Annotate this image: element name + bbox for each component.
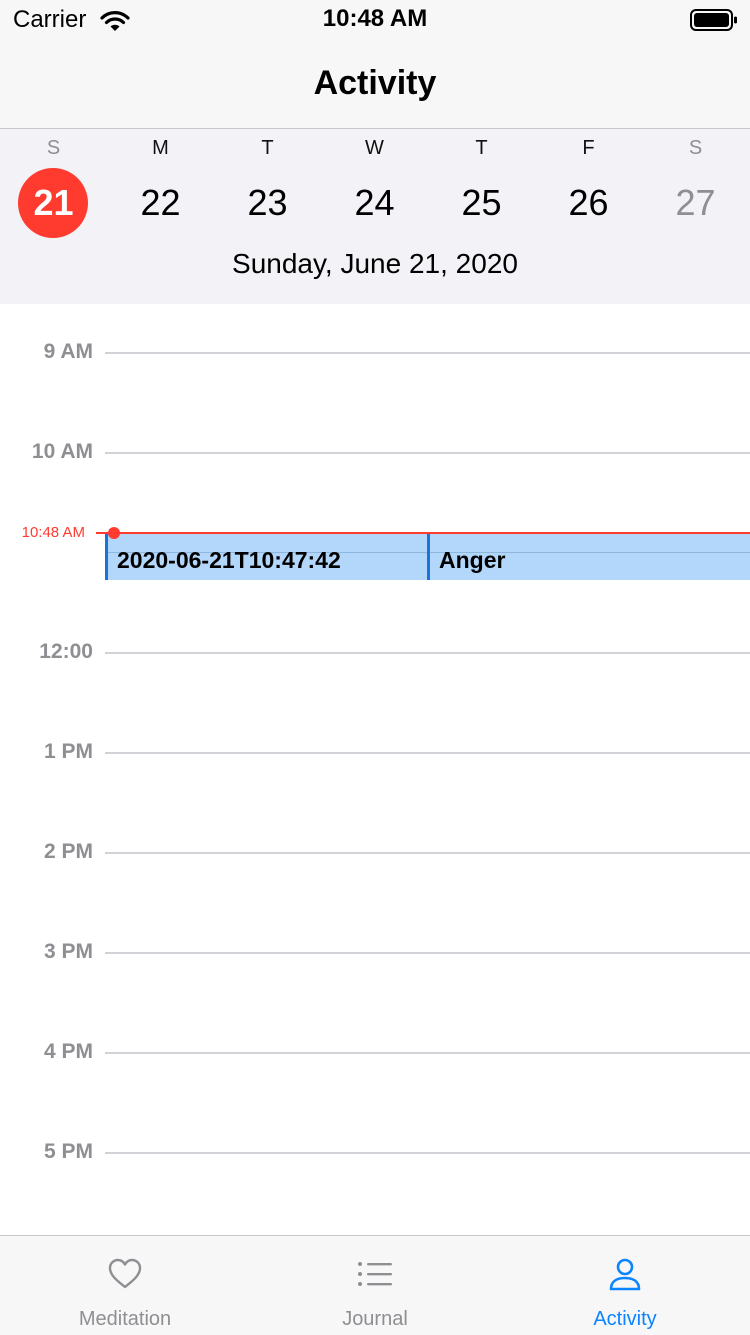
hour-divider <box>105 952 750 954</box>
hour-label: 5 PM <box>43 1140 93 1163</box>
event-title: 2020-06-21T10:47:42 <box>117 547 341 573</box>
day-number: 27 <box>675 182 716 223</box>
status-bar: Carrier 10:48 AM <box>0 0 750 40</box>
hour-divider <box>105 1152 750 1154</box>
day-letter: T <box>261 137 274 159</box>
event-timestamp[interactable]: 2020-06-21T10:47:42 <box>105 532 428 580</box>
tab-bar: Meditation Journal Activity <box>0 1235 750 1335</box>
day-saturday-27[interactable]: S 27 <box>642 129 749 249</box>
status-time: 10:48 AM <box>322 5 428 32</box>
day-number: 22 <box>140 182 181 223</box>
day-number: 21 <box>33 182 74 223</box>
tab-meditation[interactable]: Meditation <box>0 1236 250 1335</box>
tab-journal[interactable]: Journal <box>250 1236 500 1335</box>
hour-label: 1 PM <box>43 740 93 763</box>
day-number: 23 <box>247 182 288 223</box>
hour-label: 4 PM <box>43 1040 93 1063</box>
heart-icon <box>108 1258 142 1289</box>
hour-divider <box>105 1052 750 1054</box>
navigation-bar: Activity <box>0 40 750 129</box>
tab-label: Meditation <box>78 1308 172 1330</box>
day-letter: W <box>365 137 384 159</box>
tab-activity[interactable]: Activity <box>500 1236 750 1335</box>
day-friday-26[interactable]: F 26 <box>535 129 642 249</box>
week-header: S 21 M 22 T 23 W 24 T 25 F 26 S 27 Sunda… <box>0 129 750 304</box>
day-letter: F <box>582 137 595 159</box>
day-number: 26 <box>568 182 609 223</box>
hour-divider <box>105 652 750 654</box>
day-letter: T <box>475 137 488 159</box>
day-letter: S <box>688 137 703 159</box>
event-title: Anger <box>439 547 506 573</box>
day-letter: M <box>152 137 169 159</box>
hour-divider <box>105 852 750 854</box>
day-number: 24 <box>354 182 395 223</box>
day-thursday-25[interactable]: T 25 <box>428 129 535 249</box>
day-sunday-21[interactable]: S 21 <box>0 129 107 249</box>
selected-date-label: Sunday, June 21, 2020 <box>232 248 518 279</box>
tab-label: Activity <box>593 1308 657 1330</box>
battery-icon <box>690 9 737 31</box>
tab-label: Journal <box>342 1308 408 1330</box>
hour-label: 9 AM <box>43 340 93 363</box>
hour-label: 2 PM <box>43 840 93 863</box>
current-time-line <box>96 532 750 534</box>
day-wednesday-24[interactable]: W 24 <box>321 129 428 249</box>
current-time-label: 10:48 AM <box>21 524 85 541</box>
hour-divider <box>105 752 750 754</box>
hour-label: 3 PM <box>43 940 93 963</box>
list-icon <box>358 1262 392 1286</box>
page-title: Activity <box>313 64 437 102</box>
day-letter: S <box>46 137 61 159</box>
day-timeline[interactable]: 9 AM 10 AM 12:00 1 PM 2 PM 3 PM 4 PM 5 P… <box>0 304 750 1235</box>
hour-label: 10 AM <box>31 440 93 463</box>
day-tuesday-23[interactable]: T 23 <box>214 129 321 249</box>
day-monday-22[interactable]: M 22 <box>107 129 214 249</box>
hour-divider <box>105 352 750 354</box>
hour-label: 12:00 <box>39 640 93 663</box>
person-icon <box>609 1258 641 1291</box>
current-time-dot <box>108 527 120 539</box>
hour-divider <box>105 452 750 454</box>
event-emotion[interactable]: Anger <box>427 532 750 580</box>
day-number: 25 <box>461 182 502 223</box>
